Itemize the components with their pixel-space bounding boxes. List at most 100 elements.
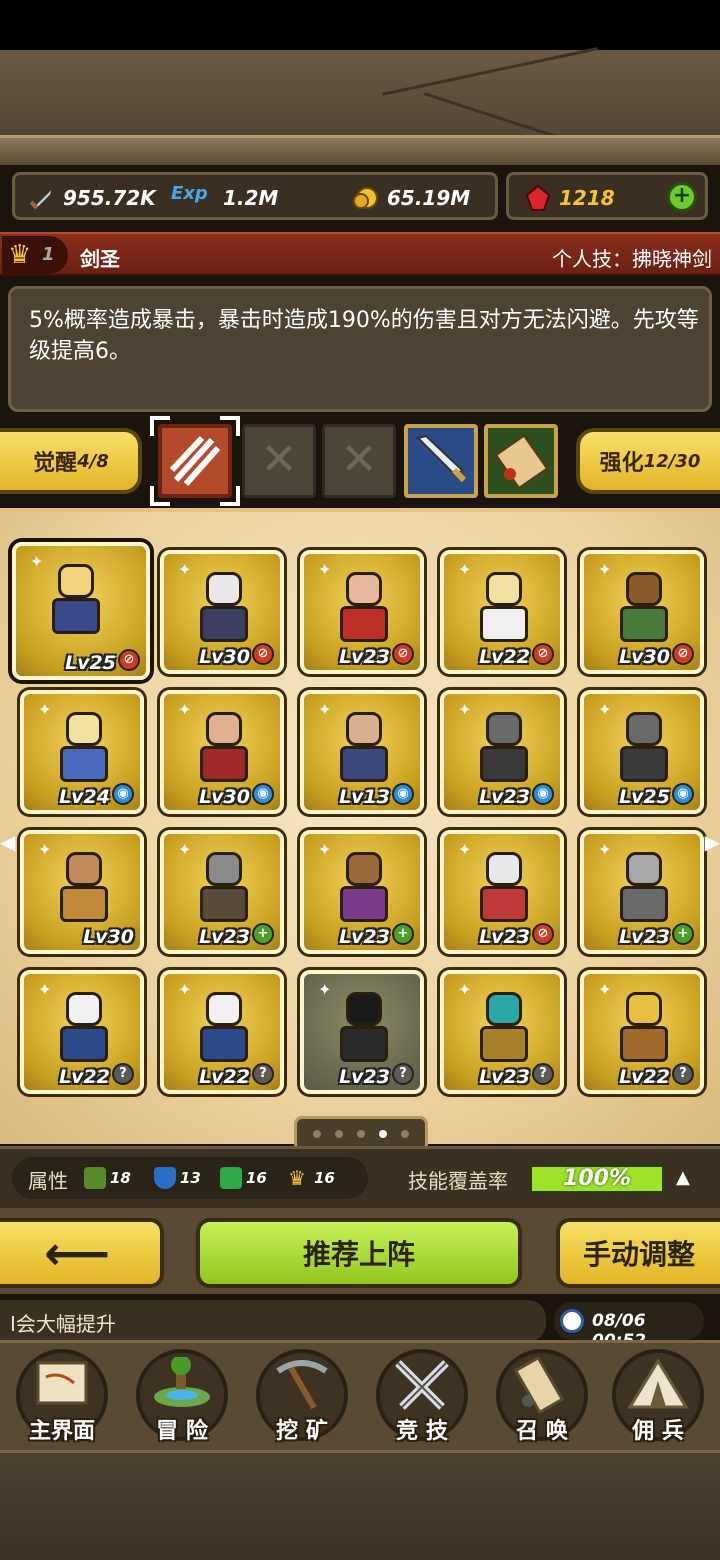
hero-portrait bbox=[44, 564, 108, 634]
skill-description-box: 5%概率造成暴击，暴击时造成190%的伤害且对方无法闪避。先攻等级提高6。 bbox=[8, 286, 712, 412]
skill-description: 5%概率造成暴击，暴击时造成190%的伤害且对方无法闪避。先攻等级提高6。 bbox=[29, 308, 699, 364]
hero-portrait bbox=[332, 572, 396, 642]
hero-level: Lv23 bbox=[479, 786, 530, 808]
sparkle-icon: ✦ bbox=[458, 700, 472, 719]
hero-card[interactable]: ✦ Lv23 + bbox=[300, 830, 424, 954]
hero-card[interactable]: ✦ Lv24 ◉ bbox=[20, 690, 144, 814]
hero-level: Lv30 bbox=[199, 786, 250, 808]
status-badge-icon: ◉ bbox=[392, 783, 414, 805]
nav-arena-label: 竞 技 bbox=[396, 1419, 448, 1444]
hero-level: Lv22 bbox=[59, 1066, 110, 1088]
hero-card[interactable]: ✦ Lv23 + bbox=[580, 830, 704, 954]
island-icon bbox=[154, 1357, 210, 1407]
skill-coverage-bar: 100% bbox=[530, 1165, 664, 1193]
hero-card[interactable]: ✦ Lv25 ⊘ bbox=[12, 542, 150, 680]
exp-icon: Exp bbox=[171, 183, 208, 204]
page-dot[interactable] bbox=[401, 1130, 409, 1138]
select-bracket-bl bbox=[150, 486, 170, 506]
manual-adjust-button[interactable]: 手动调整 bbox=[556, 1218, 720, 1288]
hero-portrait bbox=[472, 712, 536, 782]
hero-card[interactable]: ✦ Lv22? bbox=[580, 970, 704, 1094]
awaken-button[interactable]: 觉醒 4/8 bbox=[0, 428, 142, 494]
status-badge-icon: ⊘ bbox=[118, 649, 140, 671]
hero-card[interactable]: ✦ Lv23 + bbox=[160, 830, 284, 954]
select-bracket-tr bbox=[220, 416, 240, 436]
hero-portrait bbox=[612, 712, 676, 782]
hero-card[interactable]: ✦ Lv23? bbox=[300, 970, 424, 1094]
page-dot[interactable] bbox=[335, 1130, 343, 1138]
hero-card[interactable]: ✦ Lv22 ⊘ bbox=[440, 550, 564, 674]
sparkle-icon: ✦ bbox=[318, 560, 332, 579]
page-dot[interactable] bbox=[357, 1130, 365, 1138]
attr-gem-value: 16 bbox=[246, 1169, 267, 1187]
hero-card[interactable]: ✦ Lv22? bbox=[20, 970, 144, 1094]
skill-slot-scroll[interactable] bbox=[484, 424, 558, 498]
prev-page-arrow-icon[interactable]: ◀ bbox=[0, 830, 15, 854]
status-badge-icon: ? bbox=[532, 1063, 554, 1085]
sparkle-icon: ✦ bbox=[38, 840, 52, 859]
skill-slot-sword[interactable] bbox=[404, 424, 478, 498]
hero-card[interactable]: ✦ Lv13 ◉ bbox=[300, 690, 424, 814]
select-bracket-tl bbox=[150, 416, 170, 436]
sparkle-icon: ✦ bbox=[458, 560, 472, 579]
resource-bar: 955.72K Exp 1.2M 65.19M bbox=[12, 172, 498, 220]
hero-level: Lv23 bbox=[199, 926, 250, 948]
nav-summon[interactable]: 召 唤 bbox=[484, 1347, 600, 1451]
attr-shield: 13 bbox=[154, 1167, 201, 1189]
page-dot[interactable] bbox=[313, 1130, 321, 1138]
strengthen-value: 12/30 bbox=[643, 450, 701, 472]
back-button[interactable]: ⟵ bbox=[0, 1218, 164, 1288]
news-ticker: I会大幅提升 bbox=[0, 1300, 546, 1342]
nav-arena[interactable]: 竞 技 bbox=[364, 1347, 480, 1451]
attack-resource: 955.72K bbox=[27, 183, 156, 213]
claw-slash-icon bbox=[169, 435, 221, 486]
hero-card[interactable]: ✦ Lv23? bbox=[440, 970, 564, 1094]
attr-gem: 16 bbox=[220, 1167, 267, 1189]
nav-main[interactable]: 主界面 bbox=[4, 1347, 120, 1451]
recommend-lineup-button[interactable]: 推荐上阵 bbox=[196, 1218, 522, 1288]
x-icon: ✕ bbox=[260, 434, 298, 485]
hero-portrait bbox=[332, 852, 396, 922]
attr-sword: 18 bbox=[84, 1167, 131, 1189]
hero-portrait bbox=[612, 572, 676, 642]
sparkle-icon: ✦ bbox=[598, 560, 612, 579]
sparkle-icon: ✦ bbox=[38, 980, 52, 999]
attr-crown: ♛ 16 bbox=[288, 1167, 335, 1189]
hero-card[interactable]: ✦ Lv30 bbox=[20, 830, 144, 954]
page-dot-active[interactable] bbox=[379, 1130, 387, 1138]
hero-card[interactable]: ✦ Lv22? bbox=[160, 970, 284, 1094]
hero-card[interactable]: ✦ Lv30 ⊘ bbox=[580, 550, 704, 674]
hero-portrait bbox=[472, 992, 536, 1062]
hero-card[interactable]: ✦ Lv23 ◉ bbox=[440, 690, 564, 814]
nav-adventure[interactable]: 冒 险 bbox=[124, 1347, 240, 1451]
hero-level: Lv30 bbox=[83, 926, 134, 948]
hero-card[interactable]: ✦ Lv23 ⊘ bbox=[440, 830, 564, 954]
hero-card[interactable]: ✦ Lv30 ◉ bbox=[160, 690, 284, 814]
hero-card[interactable]: ✦ Lv23 ⊘ bbox=[300, 550, 424, 674]
x-icon: ✕ bbox=[340, 434, 378, 485]
status-badge-icon: ◉ bbox=[252, 783, 274, 805]
crossed-swords-icon bbox=[395, 1360, 449, 1410]
expand-caret-icon[interactable]: ▲ bbox=[676, 1167, 690, 1188]
next-page-arrow-icon[interactable]: ▶ bbox=[705, 830, 720, 854]
skill-slot-empty-1[interactable]: ✕ bbox=[242, 424, 316, 498]
sparkle-icon: ✦ bbox=[318, 980, 332, 999]
add-gems-button[interactable]: + bbox=[667, 182, 697, 212]
status-badge-icon: ? bbox=[392, 1063, 414, 1085]
hero-portrait bbox=[612, 852, 676, 922]
hero-portrait bbox=[332, 992, 396, 1062]
tent-icon bbox=[627, 1358, 689, 1409]
gem-resource: 1218 bbox=[523, 183, 615, 213]
hero-portrait bbox=[612, 992, 676, 1062]
hero-card[interactable]: ✦ Lv30 ⊘ bbox=[160, 550, 284, 674]
nav-mining[interactable]: 挖 矿 bbox=[244, 1347, 360, 1451]
status-bar bbox=[0, 0, 720, 50]
skill-slot-empty-2[interactable]: ✕ bbox=[322, 424, 396, 498]
strengthen-button[interactable]: 强化 12/30 bbox=[576, 428, 720, 494]
hero-banner: ♛ 1 剑圣 个人技：拂晓神剑 bbox=[0, 232, 720, 276]
sparkle-icon: ✦ bbox=[178, 980, 192, 999]
hero-card[interactable]: ✦ Lv25 ◉ bbox=[580, 690, 704, 814]
gem-attr-icon bbox=[220, 1167, 242, 1189]
hero-name: 剑圣 bbox=[80, 247, 120, 271]
nav-mercenary[interactable]: 佣 兵 bbox=[600, 1347, 716, 1451]
